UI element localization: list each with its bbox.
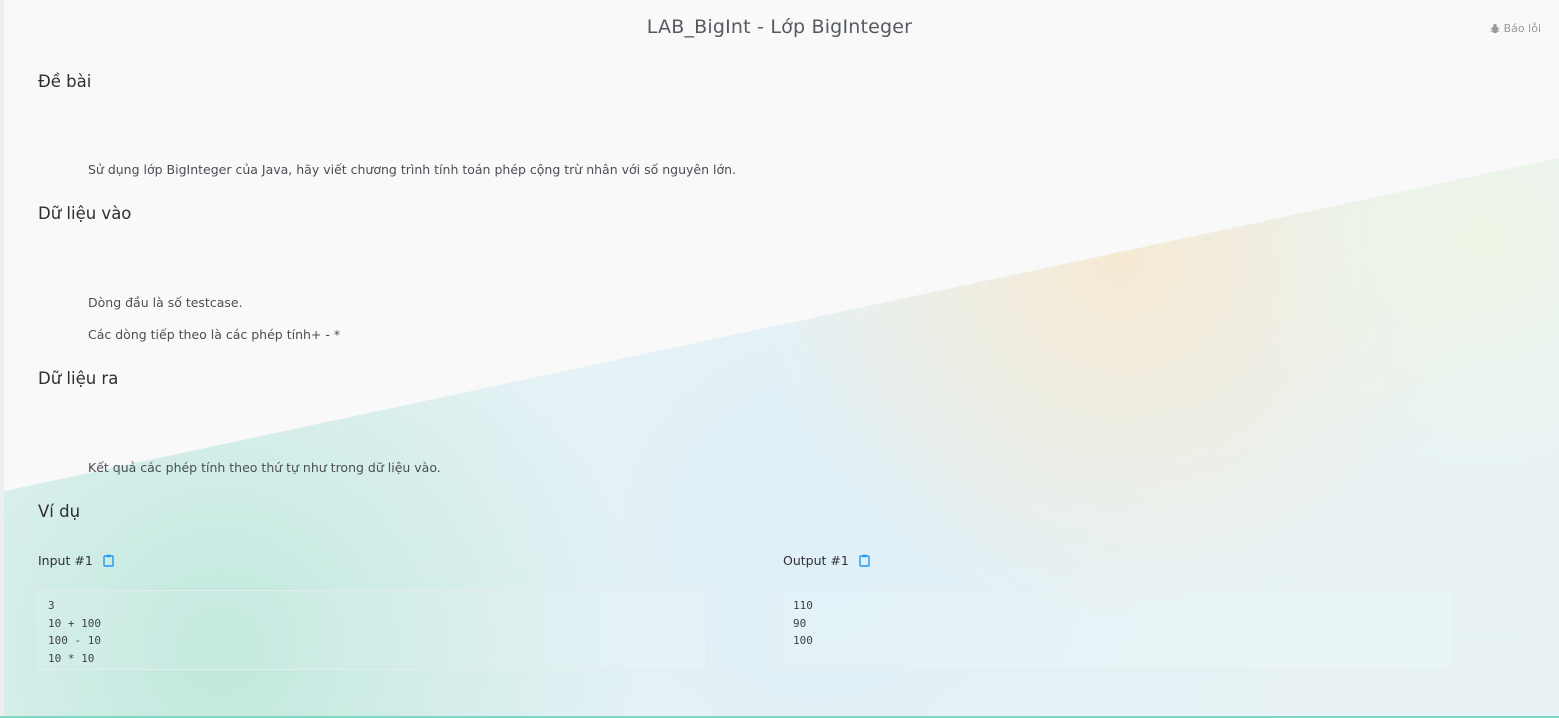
output-example-header: Output #1 (783, 553, 870, 568)
problem-page: LAB_BigInt - Lớp BigInteger Báo lỗi Đề b… (0, 0, 1559, 718)
page-title: LAB_BigInt - Lớp BigInteger (646, 16, 913, 38)
input-example-line: 3 (48, 599, 55, 612)
clipboard-icon (859, 554, 870, 567)
examples-heading: Ví dụ (38, 502, 81, 521)
output-example-label: Output #1 (783, 553, 849, 568)
input-example-line: 10 + 100 (48, 616, 101, 630)
input-example-header: Input #1 (38, 553, 114, 568)
clipboard-icon (103, 554, 114, 567)
output-example-line: 110 (793, 599, 813, 612)
output-example-box[interactable]: 110 90 100 (782, 590, 1454, 671)
output-example-line: 90 (793, 616, 807, 630)
input-example-box[interactable]: 3 10 + 100 100 - 10 10 * 10 (37, 590, 708, 670)
input-example-line: 10 * 10 (48, 651, 95, 665)
copy-input-button[interactable] (103, 554, 114, 567)
input-desc-line: Các dòng tiếp theo là các phép tính+ - * (88, 327, 341, 342)
input-example-line: 100 - 10 (48, 634, 101, 647)
input-heading: Dữ liệu vào (38, 204, 132, 223)
copy-output-button[interactable] (859, 554, 870, 567)
report-bug-button[interactable]: Báo lỗi (1489, 22, 1541, 35)
input-desc-line: Dòng đầu là số testcase. (88, 295, 243, 310)
output-heading: Dữ liệu ra (38, 369, 119, 388)
bug-icon (1489, 23, 1500, 34)
output-example-line: 100 (793, 634, 813, 647)
output-text: Kết quả các phép tính theo thứ tự như tr… (88, 460, 441, 475)
input-example-label: Input #1 (38, 553, 93, 568)
report-bug-label: Báo lỗi (1503, 22, 1541, 35)
problem-text: Sử dụng lớp BigInteger của Java, hãy viế… (88, 162, 737, 177)
problem-heading: Đề bài (38, 72, 92, 91)
